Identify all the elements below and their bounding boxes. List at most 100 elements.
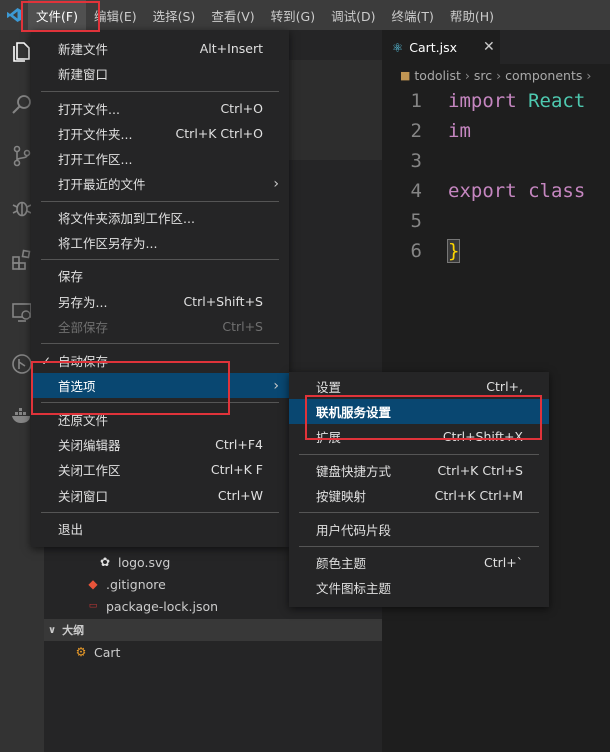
menu-item-label: 关闭编辑器 — [58, 438, 121, 453]
menu-item-auto-save[interactable]: ✓ 自动保存 — [31, 348, 289, 373]
line-number: 2 — [410, 120, 422, 142]
menu-item-add-folder-to-workspace[interactable]: 将文件夹添加到工作区... — [31, 205, 289, 230]
menu-item-close-workspace[interactable]: 关闭工作区 Ctrl+K F — [31, 457, 289, 482]
code-line: 2 im — [382, 116, 610, 146]
menu-help[interactable]: 帮助(H) — [442, 0, 502, 30]
menu-bar: 文件(F) 编辑(E) 选择(S) 查看(V) 转到(G) 调试(D) 终端(T… — [0, 0, 610, 30]
menu-item-label: 打开文件... — [58, 102, 120, 117]
menu-debug[interactable]: 调试(D) — [323, 0, 383, 30]
menu-selection[interactable]: 选择(S) — [145, 0, 204, 30]
menu-item-label: 文件图标主题 — [316, 581, 392, 596]
menu-item-label: 退出 — [58, 522, 84, 537]
menu-item-user-snippets[interactable]: 用户代码片段 — [289, 517, 549, 542]
menu-item-open-file[interactable]: 打开文件... Ctrl+O — [31, 96, 289, 121]
chevron-right-icon: › — [273, 377, 279, 394]
code-line: 6} — [382, 236, 610, 266]
file-menu: 新建文件 Alt+Insert 新建窗口 打开文件... Ctrl+O 打开文件… — [31, 30, 289, 547]
menu-item-shortcut: Ctrl+K F — [210, 462, 263, 477]
menu-item-save-as[interactable]: 另存为... Ctrl+Shift+S — [31, 289, 289, 314]
menu-item-label: 首选项 — [58, 379, 96, 394]
code-token: React — [516, 90, 586, 112]
menu-item-label: 键盘快捷方式 — [316, 464, 392, 479]
menu-edit[interactable]: 编辑(E) — [86, 0, 145, 30]
menu-item-preferences[interactable]: 首选项 › — [31, 373, 289, 398]
menu-item-save-all[interactable]: 全部保存 Ctrl+S — [31, 314, 289, 339]
menu-item-color-theme[interactable]: 颜色主题 Ctrl+` — [289, 550, 549, 575]
outline-title: 大纲 — [62, 624, 85, 637]
menu-separator — [299, 512, 539, 513]
menu-item-keyboard-shortcuts[interactable]: 键盘快捷方式 Ctrl+K Ctrl+S — [289, 458, 549, 483]
menu-item-open-folder[interactable]: 打开文件夹... Ctrl+K Ctrl+O — [31, 121, 289, 146]
menu-item-label: 新建文件 — [58, 42, 109, 57]
menu-terminal[interactable]: 终端(T) — [383, 0, 441, 30]
close-icon[interactable]: ✕ — [483, 39, 495, 55]
menu-item-shortcut: Ctrl+W — [217, 488, 263, 503]
menu-item-shortcut: Ctrl+K Ctrl+O — [175, 126, 263, 141]
menu-item-label: 全部保存 — [58, 320, 109, 335]
menu-item-open-workspace[interactable]: 打开工作区... — [31, 146, 289, 171]
chevron-right-icon: › — [586, 67, 592, 83]
editor-tabs: ⚛ Cart.jsx ✕ — [382, 30, 610, 64]
menu-item-save[interactable]: 保存 — [31, 263, 289, 288]
breadcrumb-item[interactable]: components — [505, 68, 582, 83]
code-line: 3 — [382, 146, 610, 176]
menu-separator — [41, 512, 279, 513]
menu-item-label: 打开工作区... — [58, 152, 133, 167]
menu-item-shortcut: Ctrl+K Ctrl+S — [437, 463, 523, 478]
menu-item-label: 用户代码片段 — [316, 523, 392, 538]
menu-item-exit[interactable]: 退出 — [31, 516, 289, 541]
breadcrumb: ■ todolist › src › components › — [382, 64, 610, 86]
tree-item-package-lock[interactable]: ▭ package-lock.json — [84, 595, 218, 617]
menu-go[interactable]: 转到(G) — [263, 0, 323, 30]
menu-item-close-window[interactable]: 关闭窗口 Ctrl+W — [31, 483, 289, 508]
menu-item-shortcut: Alt+Insert — [199, 41, 263, 56]
menu-item-label: 将工作区另存为... — [58, 236, 158, 251]
menu-item-label: 打开最近的文件 — [58, 177, 146, 192]
menu-item-close-editor[interactable]: 关闭编辑器 Ctrl+F4 — [31, 432, 289, 457]
code-line: 1 import React — [382, 86, 610, 116]
menu-separator — [41, 201, 279, 202]
menu-item-shortcut: Ctrl+` — [484, 555, 523, 570]
menu-item-label: 将文件夹添加到工作区... — [58, 211, 195, 226]
line-number: 3 — [410, 150, 422, 172]
folder-icon: ■ — [400, 68, 411, 82]
menu-item-label: 关闭工作区 — [58, 463, 121, 478]
menu-item-revert-file[interactable]: 还原文件 — [31, 407, 289, 432]
menu-item-label: 保存 — [58, 269, 84, 284]
code-token: im — [448, 120, 471, 142]
menu-separator — [41, 91, 279, 92]
tab-cart-jsx[interactable]: ⚛ Cart.jsx ✕ — [382, 30, 500, 64]
line-number: 1 — [410, 90, 422, 112]
menu-item-extensions[interactable]: 扩展 Ctrl+Shift+X — [289, 424, 549, 449]
svg-file-icon: ✿ — [99, 555, 111, 569]
menu-item-new-file[interactable]: 新建文件 Alt+Insert — [31, 36, 289, 61]
menu-item-settings[interactable]: 设置 Ctrl+, — [289, 374, 549, 399]
outline-item-label: Cart — [94, 644, 121, 660]
menu-item-keymaps[interactable]: 按键映射 Ctrl+K Ctrl+M — [289, 483, 549, 508]
outline-item-cart[interactable]: ⚙ Cart — [72, 641, 121, 663]
tree-item-label: package-lock.json — [106, 598, 219, 614]
tree-item-logo-svg[interactable]: ✿ logo.svg — [96, 551, 170, 573]
menu-item-file-icon-theme[interactable]: 文件图标主题 — [289, 575, 549, 600]
menu-item-new-window[interactable]: 新建窗口 — [31, 61, 289, 86]
menu-item-open-recent[interactable]: 打开最近的文件 › — [31, 171, 289, 196]
breadcrumb-item[interactable]: todolist — [414, 68, 461, 83]
menu-item-label: 颜色主题 — [316, 556, 367, 571]
menu-item-shortcut: Ctrl+Shift+X — [442, 429, 523, 444]
menu-item-online-services-settings[interactable]: 联机服务设置 — [289, 399, 549, 424]
tree-item-gitignore[interactable]: ◆ .gitignore — [84, 573, 165, 595]
code-token: import — [448, 90, 517, 112]
menu-separator — [41, 402, 279, 403]
chevron-down-icon: ∨ — [48, 624, 57, 636]
code-line: 4 export class — [382, 176, 610, 206]
menu-item-label: 另存为... — [58, 295, 108, 310]
menu-item-label: 按键映射 — [316, 489, 367, 504]
menu-file[interactable]: 文件(F) — [28, 0, 86, 30]
menu-view[interactable]: 查看(V) — [203, 0, 262, 30]
menu-item-save-workspace-as[interactable]: 将工作区另存为... — [31, 230, 289, 255]
breadcrumb-item[interactable]: src — [474, 68, 492, 83]
line-number: 6 — [410, 240, 422, 262]
menu-separator — [41, 343, 279, 344]
preferences-submenu: 设置 Ctrl+, 联机服务设置 扩展 Ctrl+Shift+X 键盘快捷方式 … — [289, 372, 549, 607]
outline-section-header[interactable]: ∨ 大纲 — [44, 619, 382, 641]
